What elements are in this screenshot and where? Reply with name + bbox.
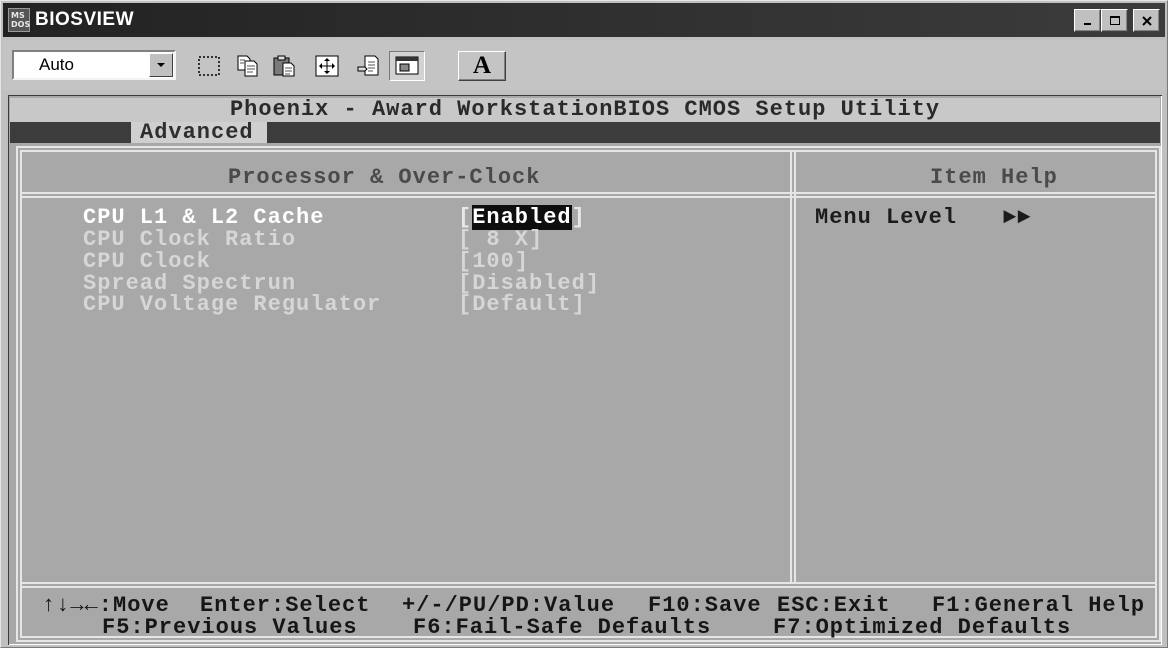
- close-icon: [1141, 15, 1152, 26]
- key-help-exit: ESC:Exit: [777, 593, 891, 618]
- key-help-fail-safe-defaults: F6:Fail-Safe Defaults: [413, 615, 712, 640]
- window-title: BIOSVIEW: [35, 9, 135, 30]
- full-screen-icon: [315, 55, 339, 77]
- setting-value-cpu-voltage-regulator[interactable]: [Default]: [458, 294, 586, 316]
- close-button[interactable]: [1133, 9, 1160, 32]
- maximize-icon: [1109, 15, 1120, 25]
- key-help-save: F10:Save: [648, 593, 762, 618]
- key-help-general-help: F1:General Help: [932, 593, 1146, 618]
- setting-label-cpu-clock[interactable]: CPU Clock: [83, 251, 211, 273]
- toolbar: Auto A: [3, 40, 1165, 90]
- setting-label-cpu-cache[interactable]: CPU L1 & L2 Cache: [83, 207, 324, 229]
- panel-divider: [790, 152, 796, 584]
- title-bar[interactable]: MS DOS BIOSVIEW: [3, 3, 1165, 37]
- ms-dos-icon[interactable]: MS DOS: [8, 8, 30, 32]
- app-icon-text-top: MS: [11, 11, 25, 20]
- setting-value-cpu-clock[interactable]: [100]: [458, 251, 529, 273]
- help-heading: Item Help: [930, 165, 1058, 190]
- setting-label-cpu-voltage-regulator[interactable]: CPU Voltage Regulator: [83, 294, 381, 316]
- key-help-value: +/-/PU/PD:Value: [402, 593, 616, 618]
- bracket-close: ]: [529, 227, 544, 252]
- bracket-close: ]: [585, 271, 601, 296]
- setting-label-cpu-clock-ratio[interactable]: CPU Clock Ratio: [83, 229, 296, 251]
- font-button-label: A: [472, 52, 492, 79]
- chevron-down-icon: [157, 63, 165, 67]
- font-size-dropdown[interactable]: Auto: [12, 50, 176, 80]
- key-help-optimized-defaults: F7:Optimized Defaults: [773, 615, 1072, 640]
- key-help-move: ↑↓→←:Move: [42, 593, 170, 618]
- bios-menu-bar: Advanced: [10, 120, 1160, 145]
- maximize-button[interactable]: [1101, 9, 1128, 32]
- paste-button[interactable]: [268, 51, 302, 81]
- setting-value-cpu-cache[interactable]: [Enabled]: [458, 205, 586, 230]
- minimize-button[interactable]: [1074, 9, 1101, 32]
- font-button[interactable]: A: [458, 51, 506, 81]
- paste-icon: [273, 55, 295, 77]
- mark-icon: [198, 56, 220, 76]
- footer-separator: [22, 582, 1155, 588]
- properties-icon: [357, 55, 379, 76]
- background-icon: [395, 56, 419, 75]
- key-help-select: Enter:Select: [200, 593, 371, 618]
- menu-level-marker: ►►: [1003, 205, 1032, 230]
- heading-separator: [22, 192, 1155, 198]
- copy-icon: [237, 55, 258, 77]
- menu-tab-advanced[interactable]: Advanced: [131, 120, 267, 145]
- bios-title-bar: Phoenix - Award WorkstationBIOS CMOS Set…: [10, 98, 1160, 122]
- properties-button[interactable]: [352, 51, 386, 81]
- menu-level-label: Menu Level: [815, 205, 958, 230]
- full-screen-button[interactable]: [309, 51, 345, 81]
- bracket-close: ]: [571, 292, 586, 317]
- copy-button[interactable]: [231, 51, 265, 81]
- terminal-screen[interactable]: Phoenix - Award WorkstationBIOS CMOS Set…: [8, 95, 1162, 645]
- app-icon-text-bottom: DOS: [11, 20, 31, 29]
- mark-button[interactable]: [192, 51, 226, 81]
- setting-value-text: Default: [472, 292, 572, 317]
- key-help-previous-values: F5:Previous Values: [102, 615, 358, 640]
- menu-tab-label: Advanced: [140, 120, 254, 145]
- minimize-icon: [1083, 22, 1091, 25]
- section-heading: Processor & Over-Clock: [228, 165, 541, 190]
- bracket-open: [: [458, 292, 473, 317]
- dropdown-arrow-button[interactable]: [149, 53, 173, 77]
- bios-title: Phoenix - Award WorkstationBIOS CMOS Set…: [229, 97, 941, 122]
- bracket-close: ]: [571, 205, 586, 230]
- background-button[interactable]: [389, 51, 425, 81]
- font-size-value: Auto: [39, 55, 74, 74]
- setting-value-cpu-clock-ratio[interactable]: [ 8 X]: [458, 229, 543, 251]
